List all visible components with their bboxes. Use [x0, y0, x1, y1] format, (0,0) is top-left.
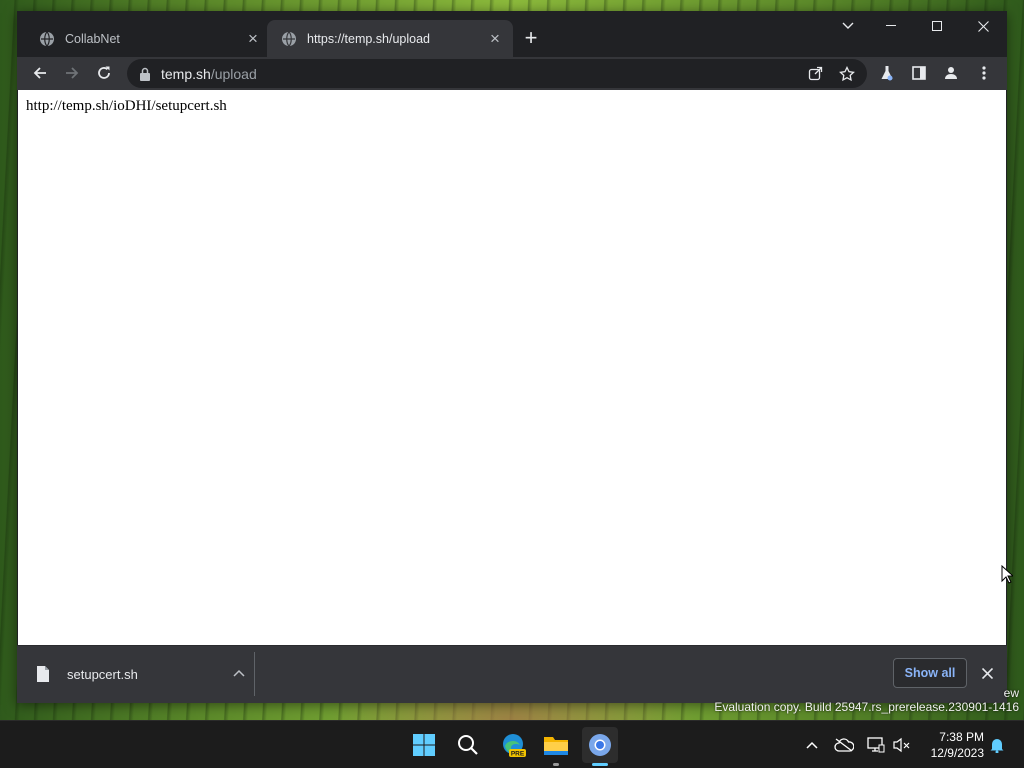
side-panel-icon — [912, 66, 926, 80]
clock-date: 12/9/2023 — [930, 746, 984, 760]
labs-button[interactable] — [873, 59, 901, 87]
minimize-button[interactable] — [868, 11, 914, 41]
tab-title: CollabNet — [65, 31, 120, 46]
new-tab-button[interactable]: + — [517, 25, 545, 53]
page-content: http://temp.sh/ioDHI/setupcert.sh — [18, 90, 1006, 645]
upload-result-url[interactable]: http://temp.sh/ioDHI/setupcert.sh — [26, 98, 227, 115]
show-hidden-icons-button[interactable] — [800, 733, 824, 757]
chrome-window: CollabNet × https://temp.sh/upload × + t… — [17, 11, 1007, 703]
running-indicator — [553, 763, 559, 766]
edge-pre-badge: PRE — [511, 751, 525, 758]
edge-icon: PRE — [503, 734, 526, 758]
chrome-taskbar-button[interactable] — [582, 727, 618, 766]
download-item[interactable]: setupcert.sh — [37, 659, 247, 689]
search-icon — [458, 735, 478, 755]
network-icon — [867, 737, 885, 753]
download-shelf: setupcert.sh Show all — [17, 645, 1007, 703]
flask-icon — [881, 66, 893, 81]
clock[interactable]: 7:38 PM 12/9/2023 — [920, 729, 984, 761]
evaluation-watermark: Evaluation copy. Build 25947.rs_prerelea… — [714, 700, 1019, 714]
start-button[interactable] — [406, 727, 442, 763]
globe-icon — [40, 31, 54, 46]
star-icon — [839, 65, 855, 81]
taskbar: PRE 7:38 PM 12/9/2023 — [0, 720, 1024, 768]
profile-button[interactable] — [937, 59, 965, 87]
bookmark-button[interactable] — [833, 59, 861, 88]
cloud-offline-icon — [834, 738, 854, 752]
bell-icon — [990, 739, 1004, 753]
maximize-icon — [932, 21, 942, 31]
windows-logo-icon — [413, 734, 435, 756]
edge-beta-button[interactable]: PRE — [495, 727, 531, 763]
address-bar[interactable]: temp.sh/upload — [127, 59, 867, 88]
address-url: temp.sh/upload — [161, 66, 257, 82]
search-button[interactable] — [450, 727, 486, 763]
file-icon — [37, 666, 49, 682]
chrome-icon — [589, 734, 611, 756]
chevron-up-icon — [806, 741, 818, 749]
clock-time: 7:38 PM — [939, 730, 984, 744]
tab-close-icon[interactable]: × — [487, 30, 503, 47]
mouse-cursor-icon — [1001, 565, 1013, 584]
share-icon — [808, 66, 822, 81]
tab-search-button[interactable] — [825, 11, 871, 41]
watermark-fragment: ew — [1003, 686, 1019, 700]
globe-icon — [282, 31, 296, 46]
url-path: /upload — [210, 65, 257, 82]
download-separator — [254, 652, 255, 696]
maximize-button[interactable] — [914, 11, 960, 41]
kebab-menu-icon — [982, 66, 986, 80]
volume-tray-button[interactable] — [890, 733, 914, 757]
download-file-name: setupcert.sh — [67, 666, 138, 682]
arrow-left-icon — [33, 67, 46, 79]
forward-button[interactable] — [58, 59, 86, 87]
close-download-shelf-button[interactable] — [977, 663, 997, 683]
side-panel-button[interactable] — [905, 59, 933, 87]
tab-strip: CollabNet × https://temp.sh/upload × + — [17, 11, 1007, 57]
show-all-button[interactable]: Show all — [893, 658, 967, 688]
menu-button[interactable] — [970, 59, 998, 87]
back-button[interactable] — [26, 59, 54, 87]
tab-collabnet[interactable]: CollabNet × — [25, 20, 271, 57]
minimize-icon — [886, 25, 896, 26]
file-explorer-button[interactable] — [538, 727, 574, 766]
active-indicator — [592, 763, 608, 766]
reload-button[interactable] — [90, 59, 118, 87]
notifications-button[interactable] — [985, 733, 1009, 757]
browser-toolbar: temp.sh/upload — [17, 57, 1007, 90]
tab-temp-sh-upload[interactable]: https://temp.sh/upload × — [267, 20, 513, 57]
lock-icon[interactable] — [139, 67, 151, 81]
chevron-down-icon — [842, 22, 854, 29]
share-button[interactable] — [801, 59, 829, 88]
volume-muted-icon — [893, 737, 910, 753]
chevron-up-icon[interactable] — [231, 666, 247, 682]
person-icon — [945, 67, 957, 79]
tab-close-icon[interactable]: × — [245, 30, 261, 47]
close-icon — [977, 20, 989, 32]
close-icon — [981, 667, 993, 679]
reload-icon — [98, 66, 110, 79]
network-tray-button[interactable] — [864, 733, 888, 757]
onedrive-tray-button[interactable] — [832, 733, 856, 757]
folder-icon — [544, 737, 568, 755]
tab-title: https://temp.sh/upload — [307, 31, 430, 46]
close-window-button[interactable] — [960, 11, 1006, 41]
arrow-right-icon — [66, 67, 79, 79]
url-host: temp.sh — [161, 65, 211, 82]
